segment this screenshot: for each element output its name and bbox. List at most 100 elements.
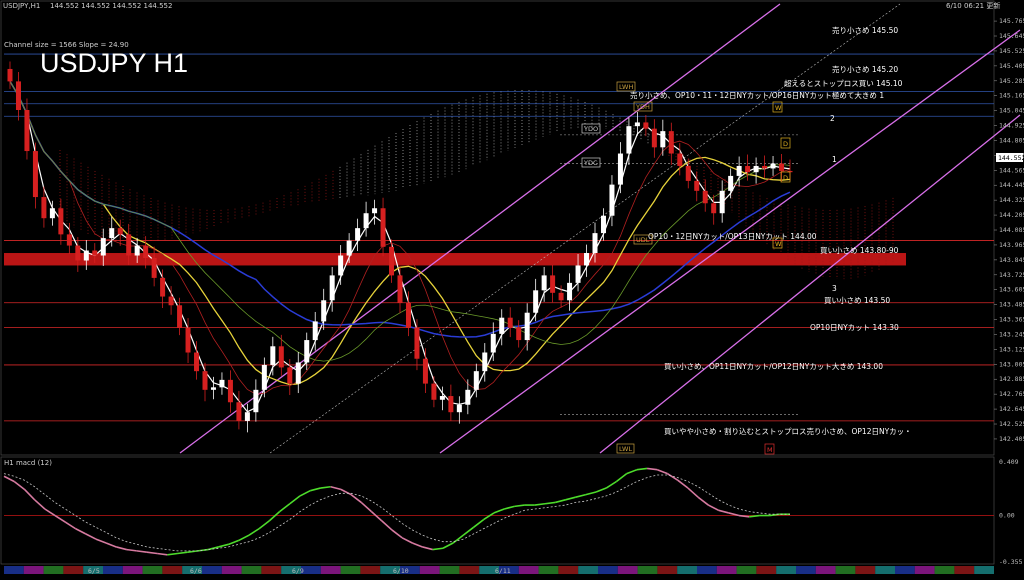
date-segment [142, 566, 163, 574]
candle-body [75, 245, 81, 261]
date-segment [63, 566, 84, 574]
candle-body [219, 379, 225, 388]
candle-body [143, 245, 149, 258]
date-segment [914, 566, 935, 574]
date-segment [756, 566, 777, 574]
y-tick-label: 143.245 [999, 330, 1024, 338]
tag-ydc: YDC [581, 157, 601, 168]
date-segment [815, 566, 836, 574]
candle-body [643, 122, 649, 129]
level-label-2: 売り小さめ 145.20 [832, 64, 898, 74]
candle-body [41, 197, 47, 219]
date-segment [538, 566, 559, 574]
candle-body [685, 165, 691, 181]
candle-body [32, 151, 38, 198]
date-segment [221, 566, 242, 574]
candle-body [456, 404, 462, 413]
wave-label-1: 1 [832, 155, 837, 164]
tag-ydh: YDH [633, 101, 653, 112]
candle-body [533, 290, 539, 313]
candle-body [745, 165, 751, 173]
candle-body [185, 327, 191, 353]
y-tick-label: 145.045 [999, 107, 1024, 115]
date-segment [796, 566, 816, 574]
y-tick-label: 142.885 [999, 375, 1024, 383]
candle-body [287, 367, 293, 384]
candle-body [660, 131, 666, 148]
candle-body [177, 305, 183, 328]
date-segment [459, 566, 480, 574]
date-segment [637, 566, 658, 574]
current-price: 144.552 [998, 154, 1024, 162]
candle-body [372, 208, 378, 214]
y-tick-label: 143.965 [999, 241, 1024, 249]
level-label-3: 超えるとストップロス買い 145.10 [784, 79, 903, 88]
date-segment [261, 566, 282, 574]
y-tick-label: 145.525 [999, 47, 1024, 55]
wave-label-3: 3 [832, 284, 837, 293]
date-segment [974, 566, 994, 574]
x-tick-label: 6/6 [190, 567, 202, 575]
y-tick-label: 145.405 [999, 62, 1024, 70]
x-tick-label: 6/5 [88, 567, 100, 575]
candle-body [227, 379, 233, 403]
date-segment [122, 566, 143, 574]
date-segment [716, 566, 737, 574]
date-segment [578, 566, 598, 574]
candle-body [728, 175, 734, 191]
candle-body [397, 275, 403, 303]
candle-body [550, 275, 556, 293]
candle-body [405, 302, 411, 328]
candle-body [431, 383, 437, 400]
candle-body [558, 292, 564, 301]
y-tick-label: 145.645 [999, 32, 1024, 40]
date-segment [23, 566, 44, 574]
date-segment [657, 566, 678, 574]
candle-body [600, 215, 606, 234]
y-tick-label: 143.725 [999, 271, 1024, 279]
candle-body [117, 228, 123, 235]
date-segment [360, 566, 381, 574]
candle-body [626, 126, 632, 154]
wave-label-2: 2 [830, 114, 835, 123]
candle-body [770, 163, 776, 169]
y-tick-label: 145.165 [999, 92, 1024, 100]
date-segment [241, 566, 262, 574]
date-segment [677, 566, 697, 574]
svg-text:W: W [775, 240, 782, 248]
level-label-4: 売り小さめ、OP10・11・12日NYカット/OP16日NYカット極めて大きめ … [630, 90, 884, 100]
date-segment [4, 566, 24, 574]
y-tick-label: 142.405 [999, 435, 1024, 443]
y-tick-label: 143.125 [999, 345, 1024, 353]
candle-body [567, 282, 573, 301]
candle-body [609, 184, 615, 216]
candle-body [355, 228, 361, 241]
candle-body [499, 317, 505, 334]
date-segment [954, 566, 975, 574]
candle-body [202, 371, 208, 390]
svg-text:YDO: YDO [583, 125, 598, 133]
y-tick-label: 143.845 [999, 256, 1024, 264]
y-tick-label: 143.605 [999, 286, 1024, 294]
level-label-1: 売り小さめ 145.50 [832, 25, 898, 35]
candle-body [779, 163, 785, 171]
candle-body [151, 257, 157, 278]
candle-body [439, 396, 445, 400]
candle-body [668, 131, 674, 154]
candle-body [694, 180, 700, 191]
date-segment [895, 566, 915, 574]
y-tick-label: 144.565 [999, 166, 1024, 174]
candle-body [126, 234, 132, 256]
date-segment [835, 566, 856, 574]
y-tick-label: 144.205 [999, 211, 1024, 219]
level-label-6: 買い小さめ 143.50 [824, 296, 890, 305]
candle-body [244, 412, 250, 421]
candle-body [592, 233, 598, 254]
y-tick-label: 144.805 [999, 136, 1024, 144]
y-tick-label: 144.325 [999, 196, 1024, 204]
y-tick-label: 144.925 [999, 122, 1024, 130]
candle-body [762, 165, 768, 169]
date-segment [320, 566, 341, 574]
candle-body [575, 265, 581, 283]
y-tick-label: 143.005 [999, 360, 1024, 368]
